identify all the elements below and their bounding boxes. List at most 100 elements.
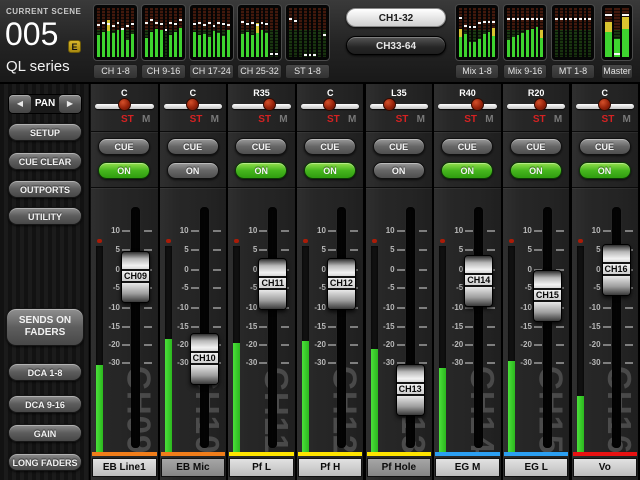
fader-cap-top xyxy=(190,334,218,352)
pan-nav-right-arrow-icon[interactable]: ▶ xyxy=(59,95,81,113)
meter-block-ch-9-16[interactable] xyxy=(141,4,186,61)
fader-cap[interactable]: CH10 xyxy=(189,333,219,386)
fader-track[interactable] xyxy=(542,207,552,448)
pan-knob[interactable] xyxy=(383,98,397,111)
channel-name[interactable]: EB Mic xyxy=(160,458,226,477)
fader-scale-mark: 0 xyxy=(527,264,532,274)
meter-block-mix-1-8[interactable] xyxy=(455,4,499,61)
meter-bar-fill xyxy=(535,26,539,57)
channel-name[interactable]: EG L xyxy=(503,458,569,477)
cue-button[interactable]: CUE xyxy=(578,138,631,155)
on-button[interactable]: ON xyxy=(235,162,288,179)
fader-cap-bottom xyxy=(396,395,424,415)
meter-bar xyxy=(473,8,476,57)
utility-button[interactable]: UTILITY xyxy=(8,207,82,225)
pan-knob[interactable] xyxy=(263,98,277,111)
outports-button[interactable]: OUTPORTS xyxy=(8,180,82,198)
channel-name[interactable]: EB Line1 xyxy=(92,458,157,477)
gain-button[interactable]: GAIN xyxy=(8,424,82,442)
on-button[interactable]: ON xyxy=(509,162,562,179)
meter-block-st-1-8[interactable] xyxy=(285,4,330,61)
setup-button[interactable]: SETUP xyxy=(8,123,82,141)
channel-color-stripe xyxy=(435,452,500,456)
channel-meter-fill xyxy=(164,338,172,452)
pan-knob[interactable] xyxy=(323,98,337,111)
cue-button[interactable]: CUE xyxy=(372,138,425,155)
on-button[interactable]: ON xyxy=(303,162,356,179)
cue-button[interactable]: CUE xyxy=(166,138,219,155)
cue-button[interactable]: CUE xyxy=(98,138,150,155)
meter-block-ch-17-24[interactable] xyxy=(189,4,234,61)
pan-knob[interactable] xyxy=(470,98,484,111)
pan-nav-left-arrow-icon[interactable]: ◀ xyxy=(9,95,31,113)
on-button[interactable]: ON xyxy=(578,162,631,179)
meter-block-ch-25-32[interactable] xyxy=(237,4,282,61)
pan-knob[interactable] xyxy=(117,98,131,111)
pan-knob[interactable] xyxy=(598,98,612,111)
fader-cap[interactable]: CH14 xyxy=(464,254,494,307)
fader-track[interactable] xyxy=(268,207,278,448)
channel-name[interactable]: EG M xyxy=(435,458,500,477)
on-button[interactable]: ON xyxy=(98,162,150,179)
meter-block-label-ch-25-32[interactable]: CH 25-32 xyxy=(237,64,282,79)
channel-name[interactable]: Pf Hole xyxy=(366,458,432,477)
scene-number: 005 xyxy=(5,16,59,52)
meter-block-label-ch-9-16[interactable]: CH 9-16 xyxy=(141,64,186,79)
on-button[interactable]: ON xyxy=(372,162,425,179)
cue-clear-button[interactable]: CUE CLEAR xyxy=(8,152,82,170)
pan-slider[interactable] xyxy=(369,104,429,109)
cue-button[interactable]: CUE xyxy=(509,138,562,155)
dca-9-16-button[interactable]: DCA 9-16 xyxy=(8,395,82,413)
long-faders-button[interactable]: LONG FADERS xyxy=(8,453,82,471)
pan-slider[interactable] xyxy=(438,104,497,109)
fader-position-mark xyxy=(308,53,312,56)
stereo-assign-indicator: ST xyxy=(601,114,615,125)
meter-block-master[interactable] xyxy=(601,4,633,61)
fader-track[interactable] xyxy=(131,207,140,448)
pan-knob[interactable] xyxy=(534,98,548,111)
fader-track[interactable] xyxy=(474,207,484,448)
fader-track[interactable] xyxy=(199,207,209,448)
meter-bar-fill xyxy=(540,29,543,57)
fader-position-mark xyxy=(289,17,292,20)
meter-block-label-ch-1-8[interactable]: CH 1-8 xyxy=(93,64,138,79)
meter-block-mix-9-16[interactable] xyxy=(503,4,547,61)
pan-knob[interactable] xyxy=(186,98,200,111)
fader-scale-tick xyxy=(122,344,130,347)
meter-bar xyxy=(487,8,491,57)
on-button[interactable]: ON xyxy=(441,162,494,179)
meter-block-mt-1-8[interactable] xyxy=(551,4,595,61)
cue-button[interactable]: CUE xyxy=(441,138,494,155)
fader-cap[interactable]: CH16 xyxy=(601,243,631,296)
fader-cap[interactable]: CH15 xyxy=(532,269,562,322)
meter-block-label-mt-1-8[interactable]: MT 1-8 xyxy=(551,64,595,79)
fader-cap[interactable]: CH09 xyxy=(121,251,150,304)
bank-ch33-64-button[interactable]: CH33-64 xyxy=(346,36,446,55)
meter-block-ch-1-8[interactable] xyxy=(93,4,138,61)
fader-cap[interactable]: CH12 xyxy=(326,258,356,311)
meter-block-label-ch-17-24[interactable]: CH 17-24 xyxy=(189,64,234,79)
fader-position-mark xyxy=(526,17,529,20)
sends-on-faders-button[interactable]: SENDS ON FADERS xyxy=(6,308,84,346)
scene-panel[interactable]: CURRENT SCENE 005 E QL series xyxy=(4,2,88,80)
dca-1-8-button[interactable]: DCA 1-8 xyxy=(8,363,82,381)
fader-track[interactable] xyxy=(336,207,346,448)
pan-slider[interactable] xyxy=(232,104,291,109)
meter-block-label-mix-1-8[interactable]: Mix 1-8 xyxy=(455,64,499,79)
fader-cap[interactable]: CH11 xyxy=(258,258,288,311)
bank-ch1-32-button[interactable]: CH1-32 xyxy=(346,8,446,27)
fader-cap[interactable]: CH13 xyxy=(395,363,425,416)
cue-button[interactable]: CUE xyxy=(235,138,288,155)
fader-position-mark xyxy=(275,53,278,56)
assign-indicators: ST M xyxy=(572,114,639,126)
fader-cap-top xyxy=(465,255,493,273)
meter-block-label-mix-9-16[interactable]: Mix 9-16 xyxy=(503,64,547,79)
cue-button[interactable]: CUE xyxy=(303,138,356,155)
channel-name[interactable]: Vo xyxy=(572,458,638,477)
fader-scale-tick xyxy=(349,326,358,329)
channel-name[interactable]: Pf H xyxy=(297,458,363,477)
channel-name[interactable]: Pf L xyxy=(229,458,294,477)
on-button[interactable]: ON xyxy=(166,162,219,179)
meter-block-label-master[interactable]: Master xyxy=(601,64,633,79)
meter-block-label-st-1-8[interactable]: ST 1-8 xyxy=(285,64,330,79)
